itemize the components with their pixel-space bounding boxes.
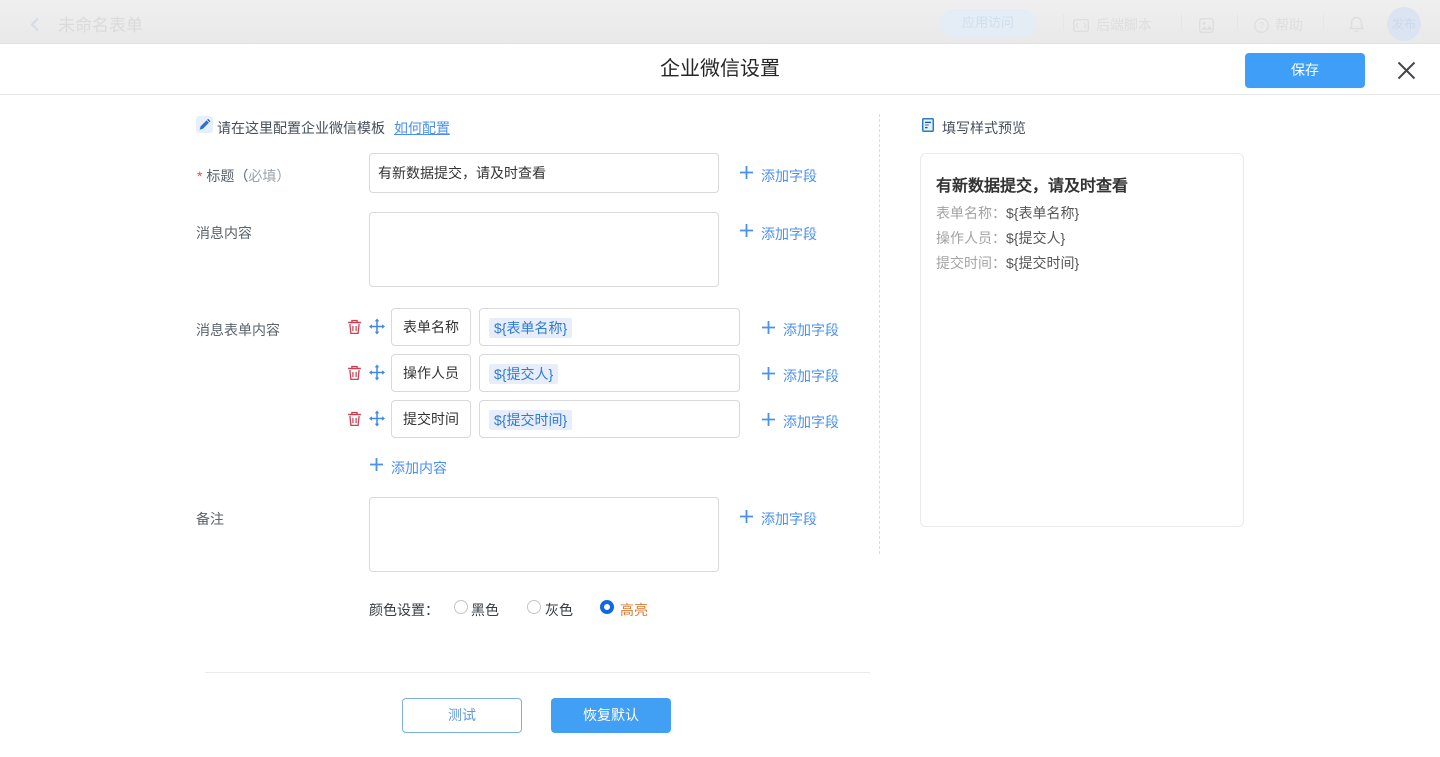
svg-text:?: ? [1259, 21, 1264, 31]
